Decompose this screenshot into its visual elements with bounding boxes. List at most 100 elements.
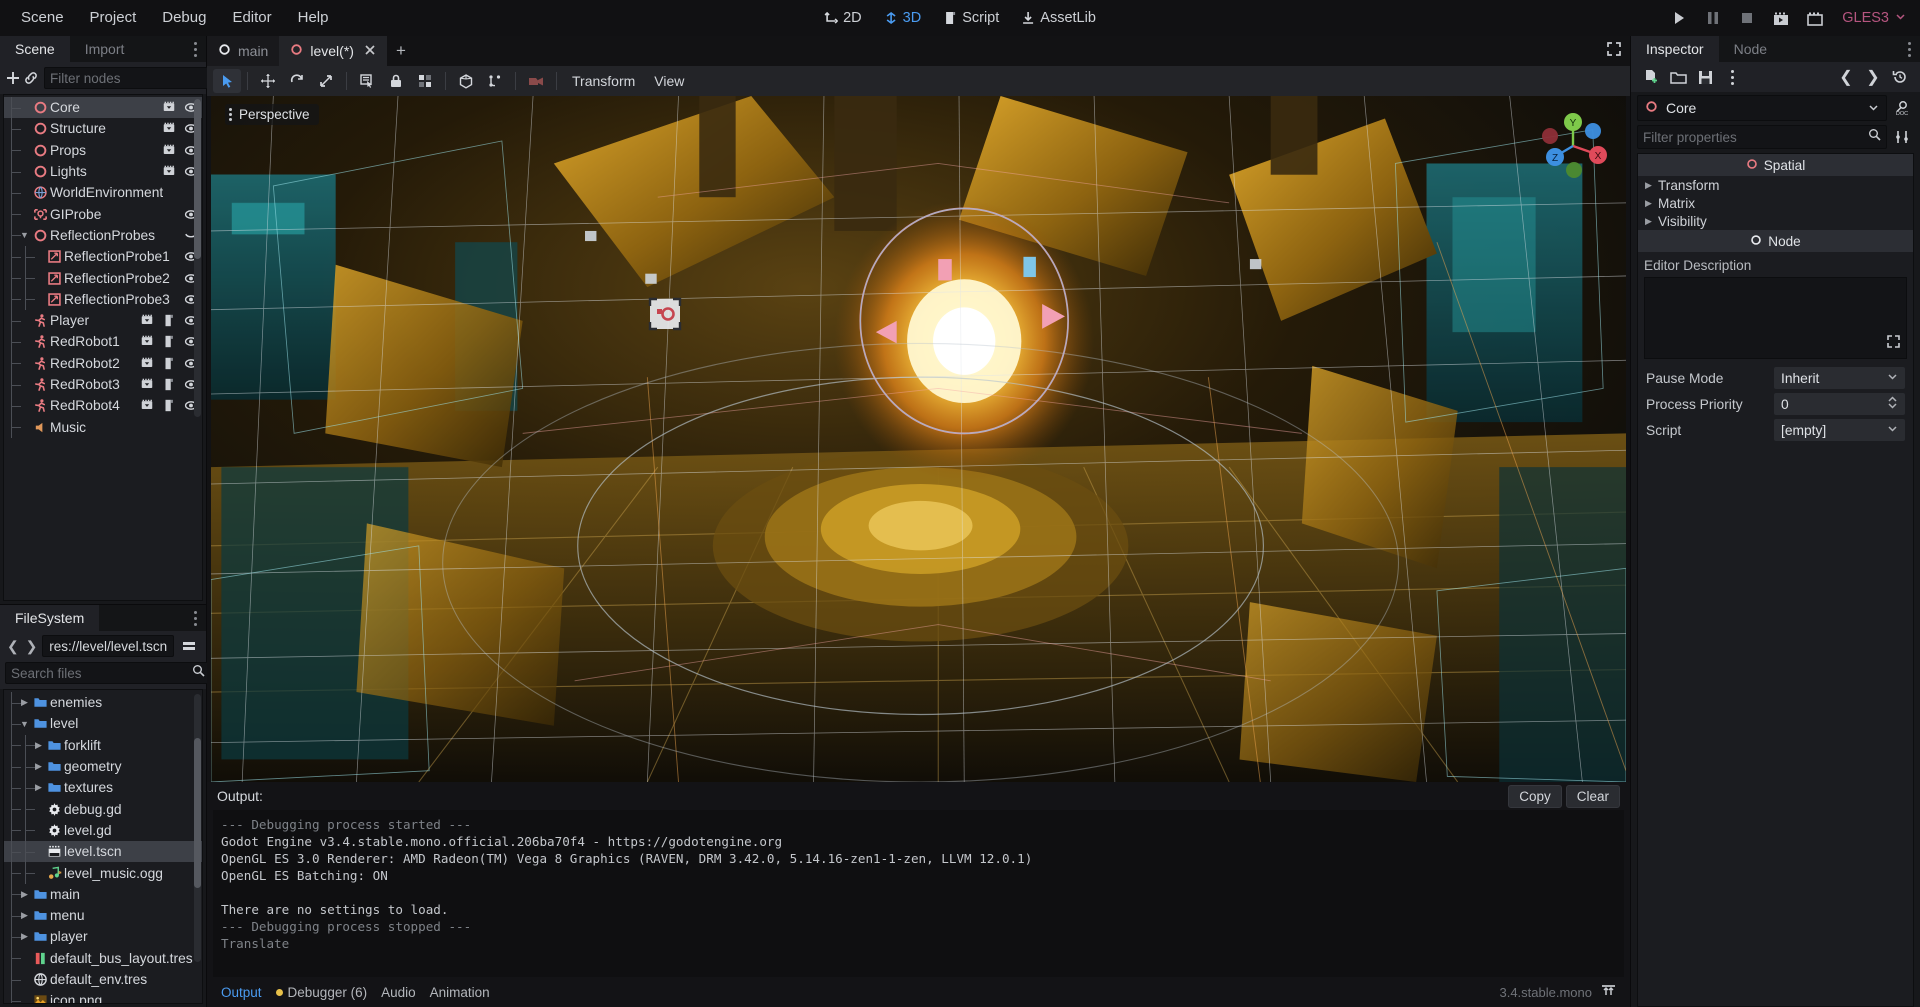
play-scene-button[interactable]	[1766, 5, 1796, 31]
pause-button[interactable]	[1698, 5, 1728, 31]
scale-mode-button[interactable]	[312, 69, 340, 93]
filesystem-item-debug-gd[interactable]: debug.gd	[4, 798, 202, 819]
tab-scene[interactable]: Scene	[0, 36, 70, 62]
group-icon[interactable]	[140, 356, 154, 370]
filesystem-item-default-env-tres[interactable]: default_env.tres	[4, 969, 202, 990]
local-space-icon[interactable]	[481, 69, 509, 93]
group-icon[interactable]	[162, 143, 176, 157]
prop-transform[interactable]: ▶Transform	[1638, 176, 1913, 194]
filesystem-item-forklift[interactable]: ▶forklift	[4, 735, 202, 756]
scene-tree-item-props[interactable]: Props	[4, 140, 202, 161]
filesystem-item-default-bus-layout-tres[interactable]: default_bus_layout.tres	[4, 948, 202, 969]
filter-properties-input[interactable]	[1637, 125, 1887, 149]
scene-tree-item-redrobot3[interactable]: RedRobot3	[4, 374, 202, 395]
chevron-left-icon[interactable]: ❮	[1834, 65, 1858, 89]
filesystem-item-textures[interactable]: ▶textures	[4, 777, 202, 798]
filter-properties-field[interactable]	[1643, 130, 1864, 145]
filesystem-item-menu[interactable]: ▶menu	[4, 905, 202, 926]
scene-panel-menu-button[interactable]	[184, 36, 206, 62]
new-resource-icon[interactable]	[1639, 65, 1663, 89]
output-log[interactable]: --- Debugging process started ---Godot E…	[213, 810, 1624, 977]
open-docs-icon[interactable]: DOC	[1890, 96, 1914, 120]
bottom-tab-output[interactable]: Output	[221, 985, 262, 1000]
menu-scene[interactable]: Scene	[8, 0, 77, 36]
scene-tree-panel[interactable]: CoreStructurePropsLightsWorldEnvironment…	[3, 94, 203, 601]
filesystem-scrollbar[interactable]	[194, 694, 201, 962]
add-scene-tab-button[interactable]: +	[387, 36, 415, 66]
scene-tree-item-worldenvironment[interactable]: WorldEnvironment	[4, 182, 202, 203]
prop-process-priority-value[interactable]: 0	[1774, 393, 1905, 415]
filesystem-menu-button[interactable]	[184, 605, 206, 631]
node-gizmo-icon[interactable]	[648, 297, 682, 336]
scene-tree-item-reflectionprobe3[interactable]: ReflectionProbe3	[4, 289, 202, 310]
toggle-split-mode-icon[interactable]	[177, 634, 201, 658]
filesystem-item-level-tscn[interactable]: level.tscn	[4, 841, 202, 862]
nav-back-button[interactable]: ❮	[5, 635, 21, 657]
tab-node[interactable]: Node	[1719, 36, 1782, 62]
current-path-display[interactable]: res://level/level.tscn	[42, 635, 174, 657]
transform-menu[interactable]: Transform	[563, 70, 644, 92]
tab-import[interactable]: Import	[70, 36, 140, 62]
scene-tree-item-reflectionprobe1[interactable]: ReflectionProbe1	[4, 246, 202, 267]
inspector-more-button[interactable]	[1720, 65, 1744, 89]
chevron-right-icon[interactable]: ❯	[1861, 65, 1885, 89]
spinner-icon[interactable]	[1887, 396, 1898, 412]
play-button[interactable]	[1664, 5, 1694, 31]
filesystem-item-level-music-ogg[interactable]: level_music.ogg	[4, 862, 202, 883]
scene-tab-level[interactable]: level(*)	[279, 36, 387, 66]
selected-node-dropdown[interactable]: Core	[1637, 95, 1887, 121]
expand-bottom-panel-icon[interactable]	[1601, 984, 1616, 1000]
filesystem-item-player[interactable]: ▶player	[4, 926, 202, 947]
copy-button[interactable]: Copy	[1508, 785, 1562, 808]
add-node-icon[interactable]	[5, 66, 21, 90]
inspector-properties[interactable]: Spatial ▶Transform ▶Matrix ▶Visibility N…	[1637, 153, 1914, 1007]
menu-debug[interactable]: Debug	[149, 0, 219, 36]
tab-3d[interactable]: 3D	[875, 7, 931, 29]
renderer-dropdown[interactable]: GLES3	[1834, 10, 1910, 26]
bottom-tab-audio[interactable]: Audio	[381, 985, 416, 1000]
play-custom-scene-button[interactable]	[1800, 5, 1830, 31]
script-icon[interactable]	[162, 378, 176, 392]
group-icon[interactable]	[162, 122, 176, 136]
script-icon[interactable]	[162, 314, 176, 328]
folder-icon[interactable]	[1666, 65, 1690, 89]
tab-inspector[interactable]: Inspector	[1631, 36, 1719, 62]
script-icon[interactable]	[162, 356, 176, 370]
move-mode-button[interactable]	[254, 69, 282, 93]
stop-button[interactable]	[1732, 5, 1762, 31]
scene-tree-item-reflectionprobes[interactable]: ▼ReflectionProbes	[4, 225, 202, 246]
select-mode-button[interactable]	[213, 69, 241, 93]
prop-matrix[interactable]: ▶Matrix	[1638, 194, 1913, 212]
tab-assetlib[interactable]: AssetLib	[1012, 7, 1105, 29]
filter-nodes-field[interactable]	[50, 71, 227, 86]
filesystem-item-icon-png[interactable]: icon.png	[4, 990, 202, 1004]
scene-tree-item-reflectionprobe2[interactable]: ReflectionProbe2	[4, 267, 202, 288]
editor-description-field[interactable]	[1644, 277, 1907, 359]
rotate-mode-button[interactable]	[283, 69, 311, 93]
bottom-tab-debugger[interactable]: Debugger (6)	[276, 985, 368, 1000]
prop-visibility[interactable]: ▶Visibility	[1638, 212, 1913, 230]
axis-gizmo[interactable]: Y X Z	[1536, 106, 1610, 185]
prop-pause-mode-value[interactable]: Inherit	[1774, 367, 1905, 389]
script-icon[interactable]	[162, 335, 176, 349]
filesystem-item-enemies[interactable]: ▶enemies	[4, 692, 202, 713]
tab-2d[interactable]: 2D	[815, 7, 871, 29]
expand-icon[interactable]	[1886, 334, 1901, 354]
group-icon[interactable]	[411, 69, 439, 93]
view-menu[interactable]: View	[645, 70, 693, 92]
search-files-field[interactable]	[11, 666, 188, 681]
scene-tree-item-lights[interactable]: Lights	[4, 161, 202, 182]
history-icon[interactable]	[1888, 65, 1912, 89]
nav-forward-button[interactable]: ❯	[24, 635, 40, 657]
filesystem-item-level[interactable]: ▼level	[4, 713, 202, 734]
scene-tree-item-structure[interactable]: Structure	[4, 118, 202, 139]
tools-icon[interactable]	[1890, 125, 1914, 149]
scene-tree-item-core[interactable]: Core	[4, 97, 202, 118]
save-icon[interactable]	[1693, 65, 1717, 89]
tab-script[interactable]: Script	[934, 7, 1008, 29]
group-icon[interactable]	[140, 335, 154, 349]
prop-script-value[interactable]: [empty]	[1774, 419, 1905, 441]
menu-help[interactable]: Help	[285, 0, 342, 36]
list-select-button[interactable]	[353, 69, 381, 93]
distraction-free-icon[interactable]	[1606, 41, 1622, 62]
